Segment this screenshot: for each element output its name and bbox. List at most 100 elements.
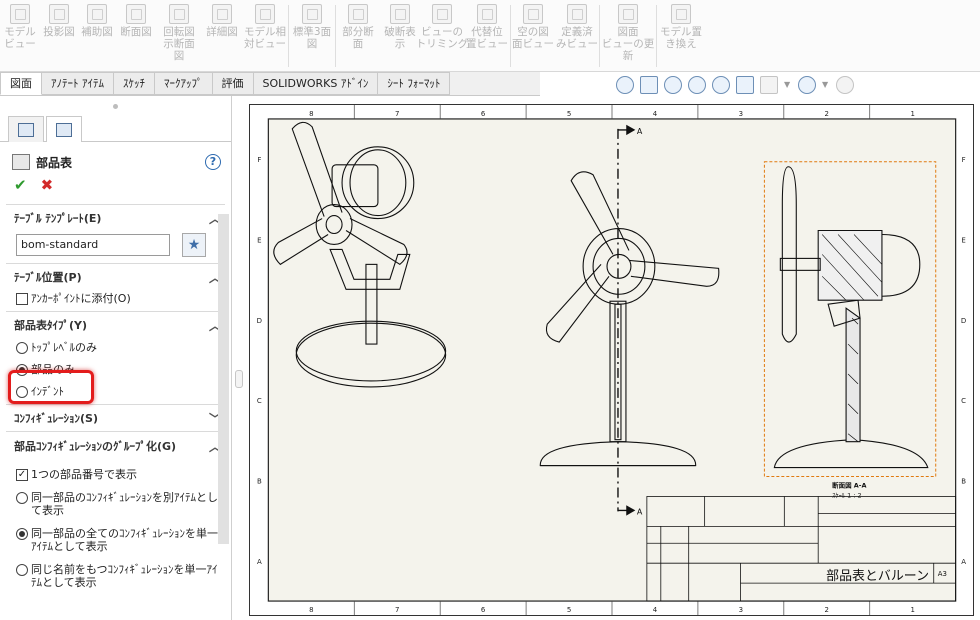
zone-column-label: 6: [481, 110, 485, 118]
zone-row-label: D: [961, 317, 966, 325]
checkbox[interactable]: ✓: [16, 469, 28, 481]
zone-row-label: A: [961, 558, 966, 566]
ribbon-button[interactable]: 詳細図: [202, 0, 242, 72]
radio[interactable]: [16, 528, 28, 540]
star-icon: ★: [187, 237, 201, 253]
crop-view-icon: [432, 4, 452, 24]
radio-same-name[interactable]: 同じ名前をもつｺﾝﾌｨｷﾞｭﾚｰｼｮﾝを単一ｱｲﾃﾑとして表示: [6, 561, 225, 591]
previous-view-icon[interactable]: [664, 76, 682, 94]
pan-icon[interactable]: [688, 76, 706, 94]
ribbon-button[interactable]: 破断表 示: [380, 0, 420, 72]
detail-view-icon: [212, 4, 232, 24]
chevron-down-icon[interactable]: ▼: [784, 76, 792, 94]
zone-row-label: B: [257, 478, 262, 486]
ribbon-button[interactable]: 定義済 みビュー: [555, 0, 599, 72]
ribbon-toolbar: モデル ビュー 投影図 補助図 断面図 回転図 示断面 図詳細図 モデル相 対ビュー 標準3…: [0, 0, 980, 72]
table-template-group: ﾃｰﾌﾞﾙ ﾃﾝﾌﾟﾚｰﾄ(E) ︿ bom-standard ★: [6, 204, 225, 263]
panel-scrollbar[interactable]: [218, 214, 229, 544]
ribbon-button[interactable]: モデル相 対ビュー: [242, 0, 288, 72]
ok-check-icon[interactable]: ✔: [14, 176, 27, 194]
radio[interactable]: [16, 492, 28, 504]
ribbon-button-label: モデル相 対ビュー: [244, 26, 286, 50]
ribbon-button[interactable]: 回転図 示断面 図: [156, 0, 202, 72]
ribbon-button-label: 空の図 面ビュー: [512, 26, 554, 50]
ribbon-button-label: 投影図: [43, 26, 75, 38]
zone-column-label: 5: [567, 606, 571, 614]
cancel-x-icon[interactable]: ✖: [41, 176, 54, 194]
help-icon[interactable]: ?: [205, 154, 221, 170]
property-manager-tab[interactable]: [46, 116, 82, 142]
rotate-icon[interactable]: [712, 76, 730, 94]
checkbox[interactable]: [16, 293, 28, 305]
view-toolbar: ▼ ▼: [616, 76, 854, 98]
zone-column-label: 8: [309, 606, 313, 614]
drawing-canvas[interactable]: 8877665544332211FFEEDDCCBBAA A A 断面図 A-A…: [245, 96, 980, 620]
anchor-checkbox[interactable]: ｱﾝｶｰﾎﾟｲﾝﾄに添付(O): [6, 290, 225, 311]
ribbon-button-label: モデル置 き換え: [660, 26, 702, 50]
radio-top-level[interactable]: ﾄｯﾌﾟﾚﾍﾞﾙのみ: [6, 338, 225, 361]
ribbon-button[interactable]: 代替位 置ビュー: [464, 0, 510, 72]
zone-column-label: 4: [653, 110, 658, 118]
chevron-down-icon[interactable]: ▼: [822, 76, 830, 94]
ribbon-button[interactable]: 空の図 面ビュー: [511, 0, 555, 72]
open-template-button[interactable]: ★: [182, 233, 206, 257]
ribbon-button[interactable]: 部分断 面: [336, 0, 380, 72]
zone-column-label: 7: [395, 110, 399, 118]
group-header[interactable]: 部品表ﾀｲﾌﾟ(Y) ︿: [6, 312, 225, 338]
section-label-bottom: A: [637, 507, 643, 516]
alternate-position-icon: [477, 4, 497, 24]
zone-row-label: E: [257, 236, 261, 244]
tab-2[interactable]: ｽｹｯﾁ: [114, 72, 155, 95]
auxiliary-view-icon: [87, 4, 107, 24]
zoom-to-fit-icon[interactable]: [616, 76, 634, 94]
group-header[interactable]: ｺﾝﾌｨｷﾞｭﾚｰｼｮﾝ(S) ﹀: [6, 405, 225, 431]
zone-row-label: F: [257, 156, 261, 164]
ribbon-button[interactable]: モデル ビュー: [0, 0, 40, 72]
display-style-icon[interactable]: [736, 76, 754, 94]
removed-section-icon: [169, 4, 189, 24]
hide-show-items-icon[interactable]: [760, 76, 778, 94]
collapse-handle[interactable]: [235, 370, 243, 388]
group-header[interactable]: ﾃｰﾌﾞﾙ ﾃﾝﾌﾟﾚｰﾄ(E) ︿: [6, 205, 225, 231]
tab-4[interactable]: 評価: [212, 72, 254, 95]
tab-3[interactable]: ﾏｰｸｱｯﾌﾟ: [155, 72, 213, 95]
zone-row-label: F: [962, 156, 966, 164]
ribbon-button-label: 部分断 面: [342, 26, 374, 50]
zone-column-label: 3: [739, 110, 743, 118]
panel-splitter[interactable]: [233, 96, 245, 620]
bom-icon: [12, 154, 30, 170]
radio-single-item[interactable]: 同一部品の全てのｺﾝﾌｨｷﾞｭﾚｰｼｮﾝを単一ｱｲﾃﾑとして表示: [6, 525, 225, 561]
config-grouping-group: 部品ｺﾝﾌｨｷﾞｭﾚｰｼｮﾝのｸﾞﾙｰﾌﾟ化(G) ︿ ✓ 1つの部品番号で表示…: [6, 431, 225, 591]
standard-3-view-icon: [302, 4, 322, 24]
appearance-icon[interactable]: [836, 76, 854, 94]
model-view-icon: [10, 4, 30, 24]
ribbon-button[interactable]: モデル置 き換え: [657, 0, 705, 72]
empty-view-icon: [523, 4, 543, 24]
feature-manager-tab[interactable]: [8, 116, 44, 142]
tab-6[interactable]: ｼｰﾄ ﾌｫｰﾏｯﾄ: [378, 72, 451, 95]
ribbon-button[interactable]: 図面 ビューの更 新: [600, 0, 656, 72]
ribbon-button[interactable]: 投影図: [40, 0, 78, 72]
visibility-icon[interactable]: [798, 76, 816, 94]
ribbon-button[interactable]: 標準3面 図: [289, 0, 335, 72]
zone-column-label: 7: [395, 606, 399, 614]
tab-1[interactable]: ｱﾉﾃｰﾄ ｱｲﾃﾑ: [42, 72, 114, 95]
panel-title: 部品表: [36, 155, 73, 170]
zone-column-label: 3: [739, 606, 743, 614]
tab-5[interactable]: SOLIDWORKS ｱﾄﾞｲﾝ: [253, 72, 379, 95]
template-field[interactable]: bom-standard: [16, 234, 170, 256]
tab-0[interactable]: 図面: [0, 72, 42, 95]
group-header[interactable]: 部品ｺﾝﾌｨｷﾞｭﾚｰｼｮﾝのｸﾞﾙｰﾌﾟ化(G) ︿: [6, 432, 225, 466]
radio-separate-items[interactable]: 同一部品のｺﾝﾌｨｷﾞｭﾚｰｼｮﾝを別ｱｲﾃﾑとして表示: [6, 489, 225, 525]
ribbon-button[interactable]: 断面図: [116, 0, 156, 72]
panel-grip[interactable]: [0, 96, 231, 116]
ribbon-button[interactable]: 補助図: [78, 0, 116, 72]
radio[interactable]: [16, 564, 28, 576]
radio[interactable]: [16, 342, 28, 354]
zoom-to-area-icon[interactable]: [640, 76, 658, 94]
group-header[interactable]: ﾃｰﾌﾞﾙ位置(P) ︿: [6, 264, 225, 290]
ok-cancel-row: ✔ ✖: [0, 174, 231, 196]
projected-view-icon: [49, 4, 69, 24]
single-item-number-checkbox[interactable]: ✓ 1つの部品番号で表示: [6, 466, 225, 489]
ribbon-button[interactable]: ビューの トリミング: [416, 0, 468, 72]
